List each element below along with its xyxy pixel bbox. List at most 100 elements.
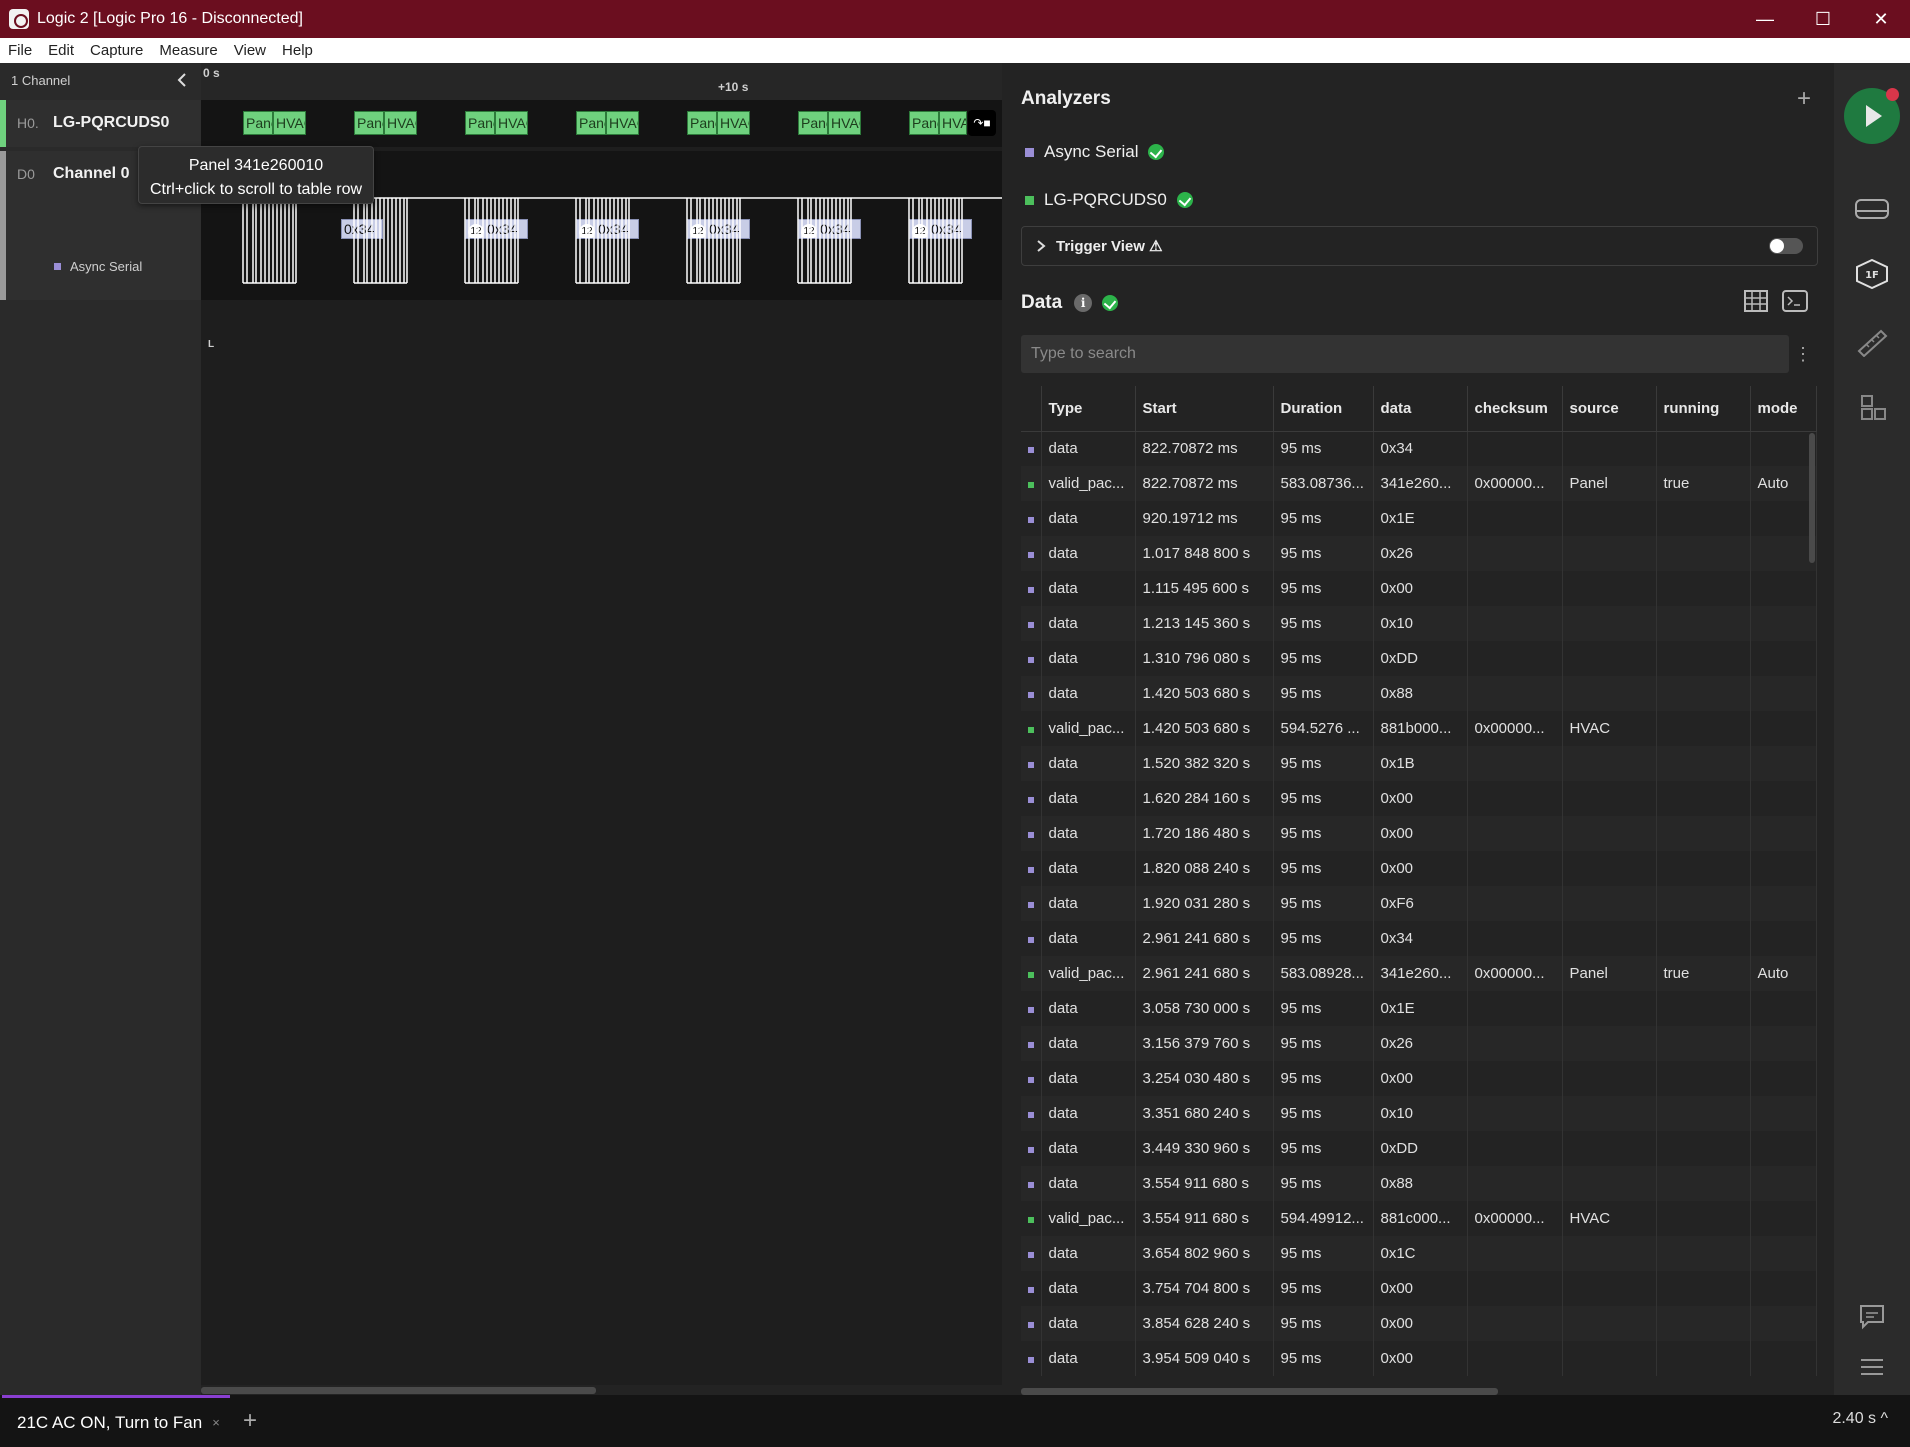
trigger-view-label: Trigger View ⚠ bbox=[1056, 238, 1163, 255]
table-row[interactable]: data 1.620 284 160 s 95 ms 0x00 bbox=[1021, 781, 1817, 816]
table-row[interactable]: data 1.920 031 280 s 95 ms 0xF6 bbox=[1021, 886, 1817, 921]
device-icon[interactable] bbox=[1854, 194, 1890, 224]
table-row[interactable]: data 822.70872 ms 95 ms 0x34 bbox=[1021, 431, 1817, 466]
table-row[interactable]: data 1.720 186 480 s 95 ms 0x00 bbox=[1021, 816, 1817, 851]
cell-data: 0x00 bbox=[1373, 851, 1468, 886]
collapse-chevron-icon[interactable] bbox=[175, 72, 189, 88]
timeline-ruler[interactable]: 0 s +10 s bbox=[201, 63, 1002, 100]
table-row[interactable]: data 1.820 088 240 s 95 ms 0x00 bbox=[1021, 851, 1817, 886]
table-row[interactable]: data 1.213 145 360 s 95 ms 0x10 bbox=[1021, 606, 1817, 641]
close-tab-icon[interactable]: × bbox=[212, 1415, 220, 1430]
column-header-running[interactable]: running bbox=[1656, 386, 1751, 432]
scroll-thumb[interactable] bbox=[201, 1387, 596, 1394]
table-row[interactable]: valid_pac... 822.70872 ms 583.08736... 341e… bbox=[1021, 466, 1817, 501]
column-header bbox=[1021, 386, 1042, 432]
cell-type: data bbox=[1041, 1026, 1136, 1061]
column-header-data[interactable]: data bbox=[1373, 386, 1468, 432]
table-row[interactable]: data 1.310 796 080 s 95 ms 0xDD bbox=[1021, 641, 1817, 676]
add-tab-button[interactable]: + bbox=[243, 1407, 257, 1435]
menu-file[interactable]: File bbox=[0, 42, 40, 59]
column-header-duration[interactable]: Duration bbox=[1273, 386, 1374, 432]
table-grid-icon[interactable] bbox=[1744, 290, 1768, 312]
minimize-button[interactable]: — bbox=[1736, 0, 1794, 38]
analyzers-panel: Analyzers + Async Serial LG-PQRCUDS0 Tri… bbox=[1002, 63, 1834, 1395]
packet-frame[interactable]: PanelHVAC bbox=[465, 111, 528, 135]
data-search-input[interactable] bbox=[1021, 335, 1789, 373]
waveform-row-h0[interactable]: PanelHVAC PanelHVAC PanelHVAC PanelHVAC … bbox=[201, 100, 1002, 147]
table-row[interactable]: data 3.351 680 240 s 95 ms 0x10 bbox=[1021, 1096, 1817, 1131]
cell-checksum bbox=[1467, 1166, 1563, 1201]
capture-duration[interactable]: 2.40 s ^ bbox=[1832, 1410, 1888, 1428]
table-row[interactable]: data 3.754 704 800 s 95 ms 0x00 bbox=[1021, 1271, 1817, 1306]
table-row[interactable]: data 3.449 330 960 s 95 ms 0xDD bbox=[1021, 1131, 1817, 1166]
cell-source bbox=[1562, 921, 1657, 956]
cell-source bbox=[1562, 991, 1657, 1026]
menu-help[interactable]: Help bbox=[274, 42, 321, 59]
add-analyzer-plus-icon[interactable]: + bbox=[1797, 85, 1811, 113]
packet-frame[interactable]: PanelHVAC bbox=[576, 111, 639, 135]
table-row[interactable]: data 3.854 628 240 s 95 ms 0x00 bbox=[1021, 1306, 1817, 1341]
analyzer-item-lg-pqrcuds0[interactable]: LG-PQRCUDS0 bbox=[1025, 190, 1193, 210]
table-row[interactable]: valid_pac... 3.554 911 680 s 594.49912... 8… bbox=[1021, 1201, 1817, 1236]
table-vertical-scrollbar[interactable] bbox=[1809, 433, 1815, 563]
menu-measure[interactable]: Measure bbox=[151, 42, 225, 59]
cell-start: 1.520 382 320 s bbox=[1135, 746, 1274, 781]
capture-tab[interactable]: 21C AC ON, Turn to Fan × bbox=[2, 1395, 230, 1447]
menu-view[interactable]: View bbox=[226, 42, 274, 59]
table-row[interactable]: data 1.115 495 600 s 95 ms 0x00 bbox=[1021, 571, 1817, 606]
extensions-icon[interactable] bbox=[1854, 393, 1890, 423]
cell-duration: 95 ms bbox=[1273, 1026, 1374, 1061]
cell-type: data bbox=[1041, 1236, 1136, 1271]
close-button[interactable]: ✕ bbox=[1852, 0, 1910, 38]
column-header-checksum[interactable]: checksum bbox=[1467, 386, 1563, 432]
info-icon[interactable]: i bbox=[1074, 294, 1093, 312]
table-row[interactable]: data 3.554 911 680 s 95 ms 0x88 bbox=[1021, 1166, 1817, 1201]
table-row[interactable]: data 1.017 848 800 s 95 ms 0x26 bbox=[1021, 536, 1817, 571]
column-header-type[interactable]: Type bbox=[1041, 386, 1136, 432]
table-row[interactable]: data 1.520 382 320 s 95 ms 0x1B bbox=[1021, 746, 1817, 781]
packet-tooltip: Panel 341e260010 Ctrl+click to scroll to… bbox=[138, 146, 374, 204]
ruler-measure-icon[interactable] bbox=[1854, 327, 1890, 357]
cell-type: data bbox=[1041, 991, 1136, 1026]
table-row[interactable]: data 2.961 241 680 s 95 ms 0x34 bbox=[1021, 921, 1817, 956]
table-row[interactable]: data 3.156 379 760 s 95 ms 0x26 bbox=[1021, 1026, 1817, 1061]
table-row[interactable]: data 1.420 503 680 s 95 ms 0x88 bbox=[1021, 676, 1817, 711]
table-row[interactable]: valid_pac... 2.961 241 680 s 583.08928... 3… bbox=[1021, 956, 1817, 991]
table-row[interactable]: data 3.058 730 000 s 95 ms 0x1E bbox=[1021, 991, 1817, 1026]
analyzers-hexagon-icon[interactable]: 1F bbox=[1854, 259, 1890, 289]
timeline-mid-label: +10 s bbox=[718, 80, 749, 94]
table-row[interactable]: valid_pac... 1.420 503 680 s 594.5276 ... 8… bbox=[1021, 711, 1817, 746]
packet-frame[interactable]: PanelHVAC bbox=[687, 111, 750, 135]
terminal-icon[interactable] bbox=[1782, 290, 1808, 312]
trigger-view-toggle[interactable] bbox=[1769, 238, 1803, 254]
menu-capture[interactable]: Capture bbox=[82, 42, 151, 59]
row-type-marker bbox=[1021, 1341, 1042, 1376]
waveform-horizontal-scrollbar[interactable] bbox=[201, 1385, 1002, 1395]
cell-mode bbox=[1750, 886, 1817, 921]
row-color-dot bbox=[1027, 832, 1034, 838]
hamburger-menu-icon[interactable] bbox=[1854, 1352, 1890, 1382]
packet-frame[interactable]: PanelHVAC bbox=[243, 111, 306, 135]
table-row[interactable]: data 3.254 030 480 s 95 ms 0x00 bbox=[1021, 1061, 1817, 1096]
column-header-source[interactable]: source bbox=[1562, 386, 1657, 432]
table-row[interactable]: data 920.19712 ms 95 ms 0x1E bbox=[1021, 501, 1817, 536]
packet-frame[interactable]: PanelHVAC bbox=[909, 111, 967, 135]
feedback-chat-icon[interactable] bbox=[1854, 1301, 1890, 1331]
packet-frame[interactable]: PanelHVAC bbox=[354, 111, 417, 135]
data-table-container[interactable]: Type Start Duration data checksum source… bbox=[1021, 386, 1818, 1386]
table-horizontal-scrollbar[interactable] bbox=[1021, 1388, 1498, 1395]
cell-checksum bbox=[1467, 1096, 1563, 1131]
analyzer-item-async-serial[interactable]: Async Serial bbox=[1025, 142, 1165, 162]
table-row[interactable]: data 3.654 802 960 s 95 ms 0x1C bbox=[1021, 1236, 1817, 1271]
trigger-view-section[interactable]: Trigger View ⚠ bbox=[1021, 226, 1818, 266]
jump-navigation-icon[interactable]: ↷■ bbox=[968, 110, 996, 136]
channel-row-h0[interactable]: H0. LG-PQRCUDS0 bbox=[0, 100, 201, 147]
packet-frame[interactable]: PanelHVAC bbox=[798, 111, 861, 135]
maximize-button[interactable]: ☐ bbox=[1794, 0, 1852, 38]
column-header-start[interactable]: Start bbox=[1135, 386, 1274, 432]
column-header-mode[interactable]: mode bbox=[1750, 386, 1817, 432]
waveform-area[interactable]: 0 s +10 s PanelHVAC PanelHVAC PanelHVAC … bbox=[201, 63, 1002, 1395]
menu-edit[interactable]: Edit bbox=[40, 42, 82, 59]
table-row[interactable]: data 3.954 509 040 s 95 ms 0x00 bbox=[1021, 1341, 1817, 1376]
more-options-icon[interactable]: ⋮ bbox=[1794, 344, 1812, 365]
